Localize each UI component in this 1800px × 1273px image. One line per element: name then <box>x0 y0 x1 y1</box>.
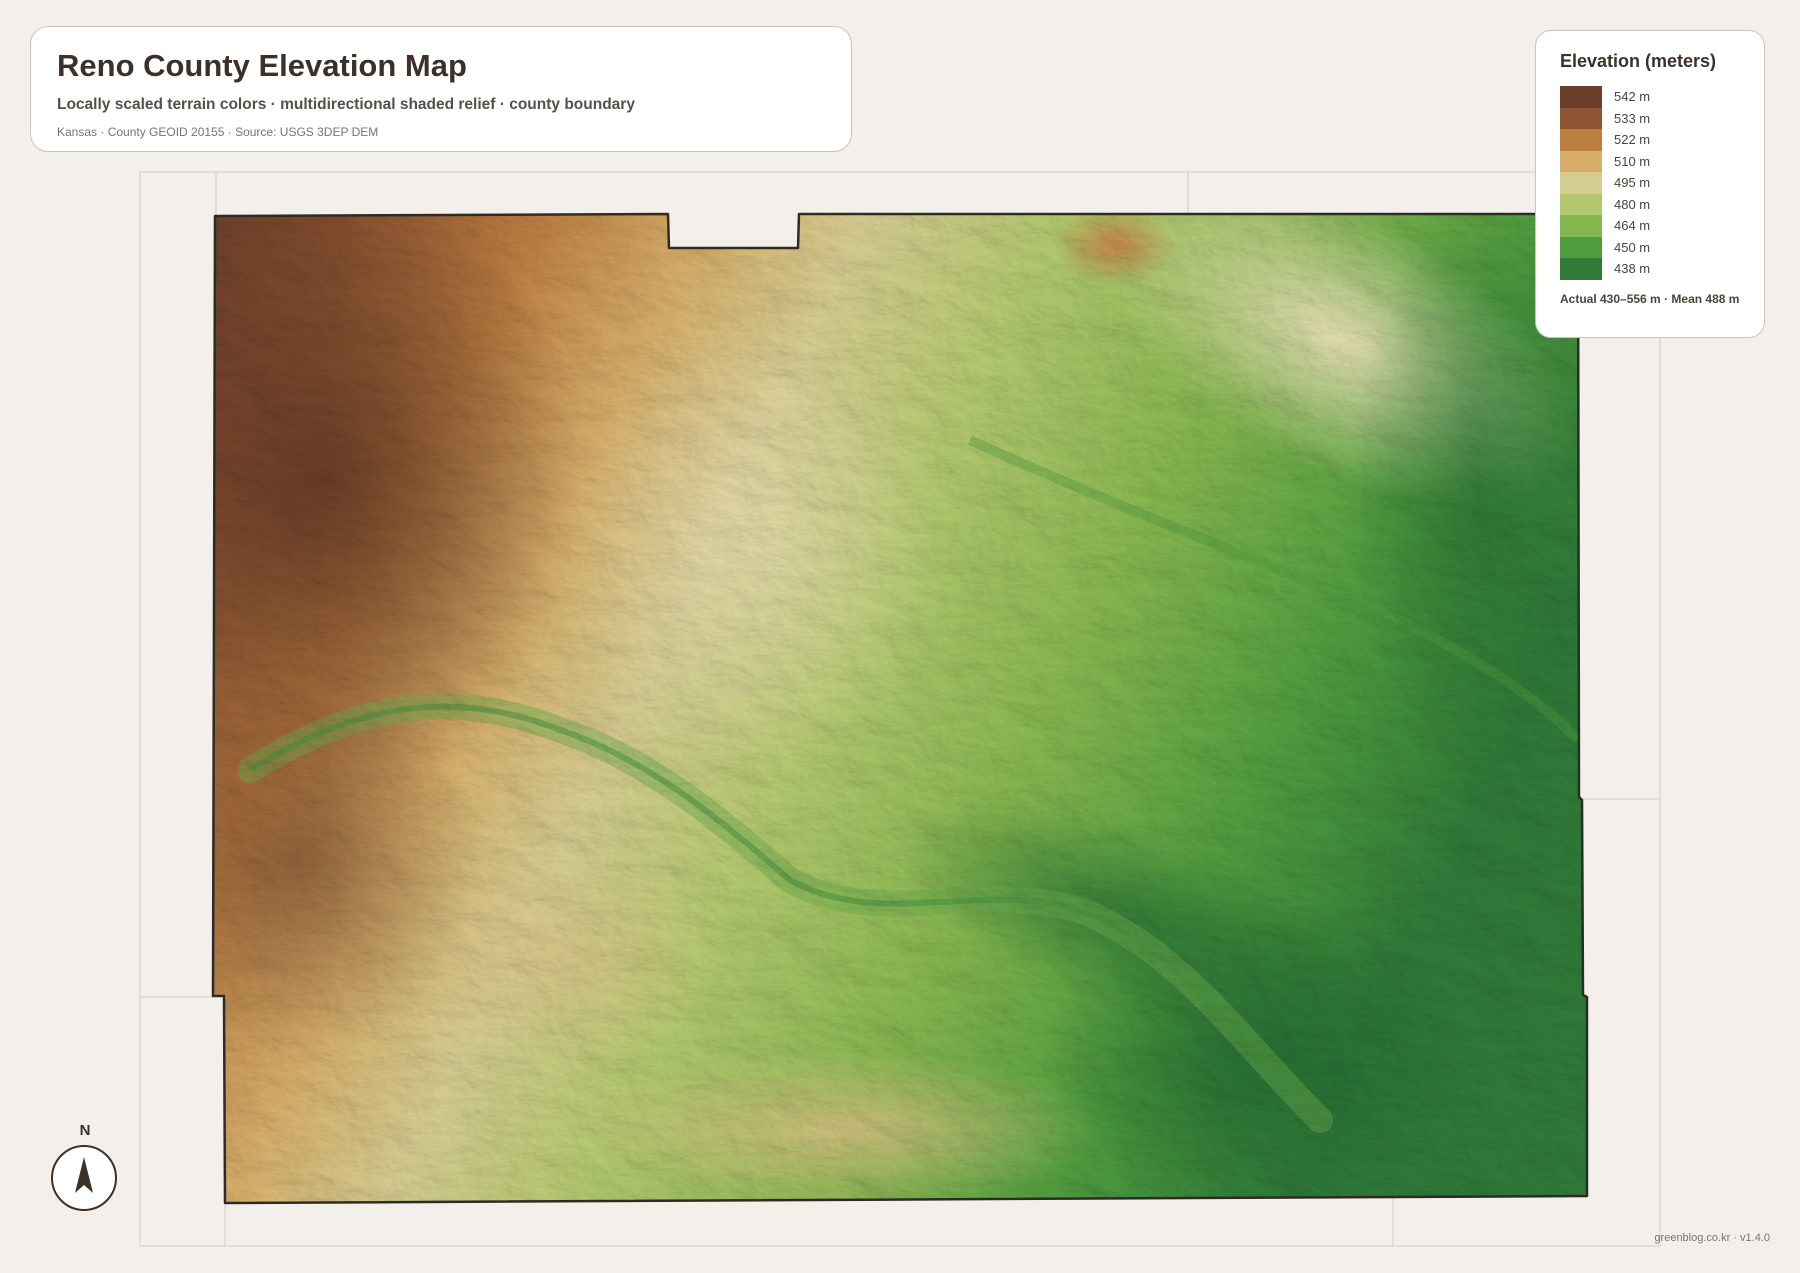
legend-title: Elevation (meters) <box>1560 51 1717 71</box>
legend-swatch <box>1560 107 1602 129</box>
footer-credit: greenblog.co.kr · v1.4.0 <box>1654 1232 1770 1244</box>
legend-swatch <box>1560 172 1602 194</box>
legend-item: 533 m <box>1560 107 1740 129</box>
legend-label: 533 m <box>1614 110 1651 126</box>
legend-item: 542 m <box>1560 86 1740 108</box>
legend-label: 450 m <box>1614 239 1651 255</box>
legend-item: 450 m <box>1560 236 1740 258</box>
legend-swatch <box>1560 150 1602 172</box>
legend-item: 522 m <box>1560 129 1740 151</box>
legend-swatch <box>1560 129 1602 151</box>
legend-item: 495 m <box>1560 172 1740 194</box>
legend-swatch <box>1560 236 1602 258</box>
compass-circle <box>51 1145 117 1211</box>
title-card: Reno County Elevation Map Locally scaled… <box>30 26 852 152</box>
north-arrow-icon <box>75 1157 93 1193</box>
map-title: Reno County Elevation Map <box>57 48 467 83</box>
legend-item: 464 m <box>1560 215 1740 237</box>
legend-item: 480 m <box>1560 193 1740 215</box>
north-arrow: N <box>50 1122 120 1212</box>
legend-label: 480 m <box>1614 196 1651 212</box>
terrain-surface <box>213 214 1587 1203</box>
map-source: Kansas · County GEOID 20155 · Source: US… <box>57 125 379 140</box>
legend-swatch <box>1560 258 1602 280</box>
legend-label: 542 m <box>1614 89 1651 105</box>
legend-swatch <box>1560 193 1602 215</box>
elevation-legend: Elevation (meters) 542 m 533 m 522 m 510 m 4… <box>1535 30 1765 338</box>
legend-item: 438 m <box>1560 258 1740 280</box>
legend-label: 438 m <box>1614 261 1651 277</box>
elevation-map <box>139 171 1661 1247</box>
legend-label: 464 m <box>1614 218 1651 234</box>
north-letter: N <box>79 1122 91 1139</box>
legend-label: 522 m <box>1614 132 1651 148</box>
map-subtitle: Locally scaled terrain colors · multidir… <box>57 96 635 114</box>
legend-swatch <box>1560 86 1602 108</box>
legend-label: 495 m <box>1614 175 1651 191</box>
legend-rows: 542 m 533 m 522 m 510 m 495 m 480 m 464 m 450 m… <box>1560 86 1740 280</box>
legend-item: 510 m <box>1560 150 1740 172</box>
legend-swatch <box>1560 215 1602 237</box>
legend-note: Actual 430–556 m · Mean 488 m <box>1560 291 1740 306</box>
legend-label: 510 m <box>1614 153 1651 169</box>
